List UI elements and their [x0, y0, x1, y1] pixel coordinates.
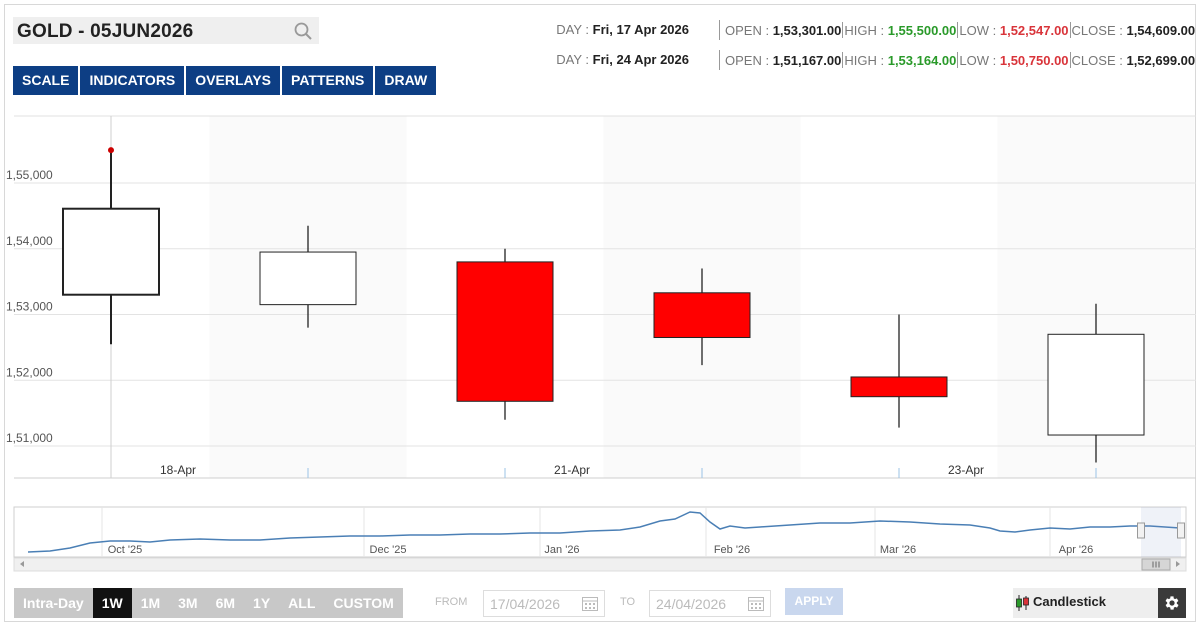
navigator-handle[interactable] [1137, 522, 1145, 539]
from-date-input[interactable]: 17/04/2026 [483, 590, 605, 617]
range-3m[interactable]: 3M [169, 588, 206, 618]
navigator-month-label: Feb '26 [714, 544, 750, 556]
navigator-month-label: Mar '26 [880, 544, 916, 556]
range-intraday[interactable]: Intra-Day [14, 588, 93, 618]
navigator-month-label: Dec '25 [370, 544, 407, 556]
range-all[interactable]: ALL [279, 588, 324, 618]
chart-type-select[interactable]: Candlestick [1013, 588, 1159, 618]
candlestick-icon [1016, 595, 1029, 611]
navigator-scrollbar[interactable] [13, 557, 1187, 572]
calendar-icon[interactable] [582, 597, 598, 611]
range-custom[interactable]: CUSTOM [324, 588, 402, 618]
navigator-handle[interactable] [1177, 522, 1185, 539]
range-selector: Intra-Day 1W 1M 3M 6M 1Y ALL CUSTOM [14, 588, 403, 618]
navigator-month-label: Oct '25 [108, 544, 143, 556]
settings-button[interactable] [1158, 588, 1186, 618]
from-label: FROM [435, 596, 468, 608]
to-date-placeholder: 24/04/2026 [656, 596, 727, 612]
chart-type-label: Candlestick [1033, 594, 1106, 609]
range-1w[interactable]: 1W [92, 588, 132, 618]
navigator-month-label: Jan '26 [544, 544, 579, 556]
range-1m[interactable]: 1M [132, 588, 169, 618]
navigator-month-label: Apr '26 [1059, 544, 1094, 556]
gear-icon [1165, 596, 1179, 610]
to-label: TO [620, 596, 636, 608]
range-1y[interactable]: 1Y [244, 588, 279, 618]
calendar-icon[interactable] [748, 597, 764, 611]
apply-button[interactable]: APPLY [785, 588, 843, 615]
to-date-input[interactable]: 24/04/2026 [649, 590, 771, 617]
navigator-chart[interactable]: Oct '25 Dec '25 Jan '26 Feb '26 Mar '26 Apr '… [0, 0, 1200, 590]
navigator-selection [1141, 507, 1181, 557]
from-date-placeholder: 17/04/2026 [490, 596, 561, 612]
range-6m[interactable]: 6M [207, 588, 244, 618]
